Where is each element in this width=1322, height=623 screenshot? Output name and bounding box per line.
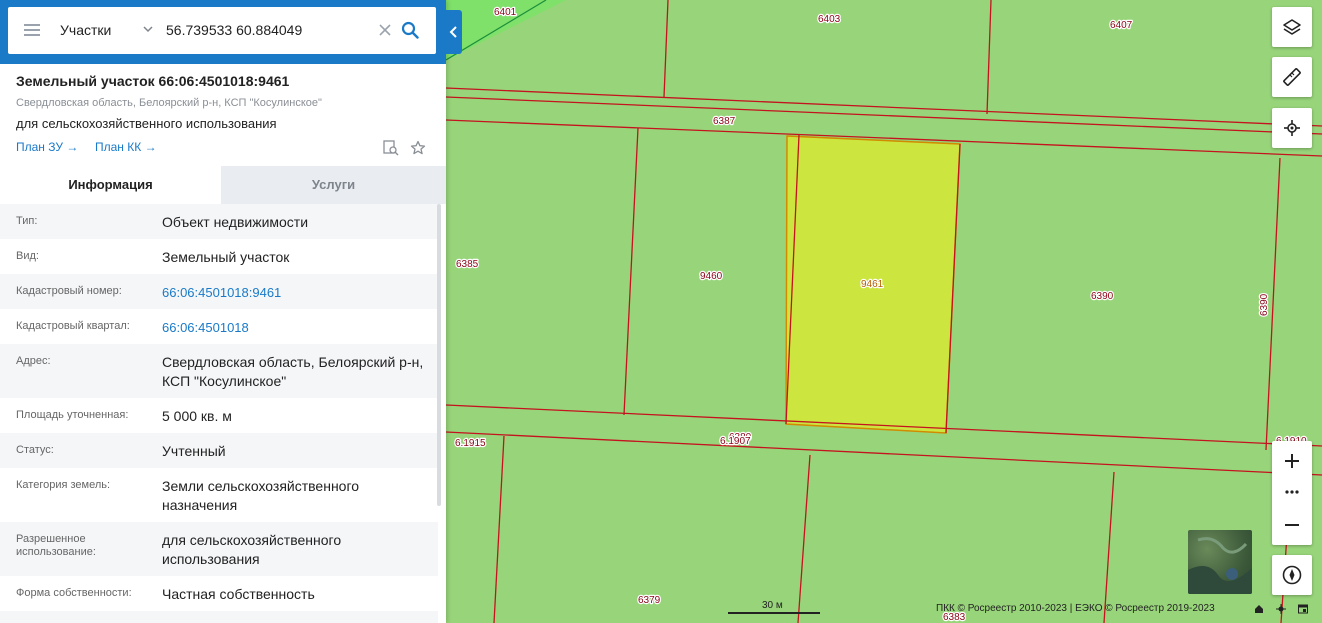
- row-key: Форма собственности:: [16, 587, 132, 599]
- home-icon[interactable]: [1254, 604, 1264, 614]
- map-canvas[interactable]: 6401 6403 6407 6387 6385 9460 9461 6390 …: [446, 0, 1322, 623]
- cadastral-quarter-link[interactable]: 66:06:4501018: [162, 318, 434, 337]
- parcel-label: 9460: [700, 271, 723, 282]
- crosshair-icon: [1284, 120, 1300, 136]
- row-key: Разрешенное использование:: [16, 533, 96, 558]
- target-icon[interactable]: [1276, 604, 1286, 614]
- info-row-cadastral-number: Кадастровый номер: 66:06:4501018:9461: [0, 274, 438, 309]
- parcel-label: 6407: [1110, 20, 1133, 31]
- row-key: Площадь уточненная:: [16, 409, 129, 421]
- row-value: Земельный участок: [162, 249, 290, 265]
- clear-icon[interactable]: [378, 23, 392, 37]
- parcel-label: 6387: [713, 116, 736, 127]
- zoom-out-button[interactable]: [1272, 505, 1312, 545]
- satellite-thumbnail-icon: [1188, 537, 1252, 594]
- tab-services[interactable]: Услуги: [221, 166, 446, 204]
- plan-kk-link[interactable]: План КК →: [95, 140, 157, 154]
- parcel-label: 6.1907: [720, 436, 751, 447]
- object-address: Свердловская область, Белоярский р-н, КС…: [16, 97, 322, 109]
- row-key: Вид:: [16, 250, 39, 262]
- locate-button[interactable]: [1272, 108, 1312, 148]
- search-bar: Участки 56.739533 60.884049: [0, 0, 446, 64]
- search-icon[interactable]: [401, 21, 419, 39]
- zoom-in-button[interactable]: [1272, 441, 1312, 481]
- chevron-down-icon[interactable]: [142, 23, 154, 35]
- row-value: для сельскохозяйственного использования: [162, 532, 342, 567]
- minus-icon: [1285, 524, 1299, 526]
- parcel-label: 6401: [494, 7, 517, 18]
- row-key: Статус:: [16, 444, 54, 456]
- star-icon[interactable]: [410, 140, 426, 156]
- info-row-address: Адрес: Свердловская область, Белоярский …: [0, 344, 438, 398]
- row-key: Тип:: [16, 215, 38, 227]
- parcel-label: 6385: [456, 259, 479, 270]
- row-key: Категория земель:: [16, 479, 111, 491]
- row-value: Учтенный: [162, 443, 226, 459]
- search-input[interactable]: 56.739533 60.884049: [166, 7, 302, 54]
- info-row-kind: Вид: Земельный участок: [0, 239, 438, 274]
- collapse-panel-button[interactable]: [446, 10, 462, 54]
- layers-button[interactable]: [1272, 7, 1312, 47]
- compass-button[interactable]: [1272, 555, 1312, 595]
- plan-zu-link[interactable]: План ЗУ →: [16, 140, 78, 154]
- map-attribution: ПКК © Росреестр 2010-2023 | ЕЭКО © Росре…: [936, 603, 1215, 614]
- parcel-label: 6390: [1091, 291, 1114, 302]
- satellite-minimap[interactable]: [1188, 530, 1252, 594]
- info-table: Тип: Объект недвижимости Вид: Земельный …: [0, 204, 438, 623]
- tab-info[interactable]: Информация: [0, 166, 221, 204]
- row-value: Земли сельскохозяйственного назначения: [162, 478, 360, 513]
- cadastral-number-link[interactable]: 66:06:4501018:9461: [162, 283, 434, 302]
- info-row-ownership: Форма собственности: Частная собственнос…: [0, 576, 438, 611]
- info-row-next: [0, 611, 438, 623]
- parcel-label: 6403: [818, 14, 841, 25]
- info-row-cadastral-quarter: Кадастровый квартал: 66:06:4501018: [0, 309, 438, 344]
- parcel-label-selected: 9461: [861, 279, 884, 290]
- parcel-label: 6379: [638, 595, 661, 606]
- plus-icon: [1285, 454, 1299, 468]
- compass-icon: [1282, 565, 1302, 585]
- search-box: Участки 56.739533 60.884049: [8, 7, 436, 54]
- search-category-select[interactable]: Участки: [60, 7, 111, 54]
- ruler-button[interactable]: [1272, 57, 1312, 97]
- row-value: 5 000 кв. м: [162, 408, 232, 424]
- info-row-type: Тип: Объект недвижимости: [0, 204, 438, 239]
- info-row-permitted-use: Разрешенное использование: для сельскохо…: [0, 522, 438, 576]
- info-row-area: Площадь уточненная: 5 000 кв. м: [0, 398, 438, 433]
- zoom-controls: [1272, 441, 1312, 545]
- object-usage: для сельскохозяйственного использования: [16, 116, 277, 131]
- layers-icon: [1283, 19, 1301, 35]
- row-value: Частная собственность: [162, 586, 315, 602]
- object-title: Земельный участок 66:06:4501018:9461: [16, 73, 290, 89]
- row-value: Объект недвижимости: [162, 214, 309, 230]
- info-row-status: Статус: Учтенный: [0, 433, 438, 468]
- chevron-left-icon: [449, 26, 457, 38]
- row-key: Адрес:: [16, 355, 51, 367]
- document-search-icon[interactable]: [383, 140, 399, 156]
- window-icon[interactable]: [1298, 604, 1308, 614]
- scale-line: [728, 612, 820, 614]
- parcel-label: 6.1915: [455, 438, 486, 449]
- ruler-icon: [1283, 68, 1301, 86]
- info-panel: Участки 56.739533 60.884049 Земельный уч…: [0, 0, 446, 623]
- scale-label: 30 м: [762, 600, 783, 611]
- menu-icon[interactable]: [24, 24, 40, 36]
- more-dots-icon: [1285, 490, 1299, 494]
- row-key: Кадастровый номер:: [16, 285, 122, 297]
- row-key: Кадастровый квартал:: [16, 320, 130, 332]
- info-row-land-category: Категория земель: Земли сельскохозяйстве…: [0, 468, 438, 522]
- row-value: Свердловская область, Белоярский р-н, КС…: [162, 354, 424, 389]
- parcel-label: 6390: [1259, 293, 1270, 316]
- panel-scrollbar[interactable]: [437, 204, 441, 506]
- zoom-more-button[interactable]: [1272, 481, 1312, 505]
